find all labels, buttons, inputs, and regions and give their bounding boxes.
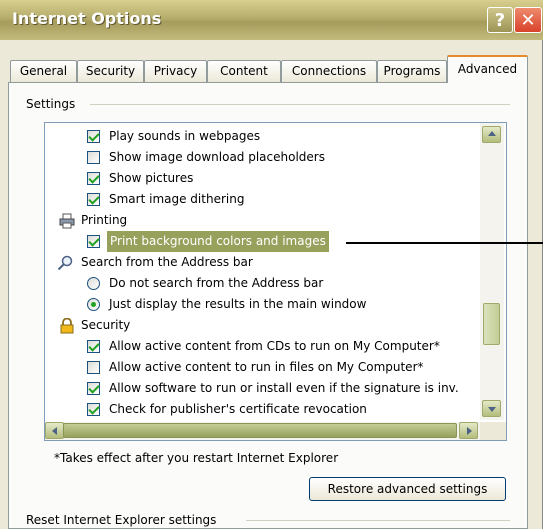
- arrow-up-icon: [488, 131, 496, 136]
- checkbox[interactable]: [87, 193, 100, 206]
- scroll-up-button[interactable]: [482, 126, 501, 143]
- tab-strip: General Security Privacy Content Connect…: [0, 50, 543, 83]
- category-label: Security: [81, 318, 131, 332]
- category-label: Printing: [81, 213, 128, 227]
- close-icon: ✕: [520, 9, 536, 31]
- setting-label: Print background colors and images: [107, 231, 329, 252]
- checkbox[interactable]: [87, 151, 100, 164]
- checkbox[interactable]: [87, 382, 100, 395]
- restart-note: *Takes effect after you restart Internet…: [54, 451, 339, 465]
- help-button[interactable]: ?: [487, 7, 513, 33]
- restore-advanced-settings-button[interactable]: Restore advanced settings: [309, 477, 506, 501]
- callout-line: [346, 242, 543, 244]
- tab-general[interactable]: General: [10, 60, 77, 82]
- setting-label: Play sounds in webpages: [109, 129, 261, 143]
- tab-advanced[interactable]: Advanced: [447, 55, 528, 83]
- help-icon: ?: [494, 9, 506, 31]
- tab-privacy[interactable]: Privacy: [144, 60, 207, 82]
- settings-tree[interactable]: Play sounds in webpages Show image downl…: [44, 122, 507, 441]
- close-button[interactable]: ✕: [514, 7, 542, 33]
- setting-label: Allow active content from CDs to run on …: [109, 339, 440, 353]
- checkbox[interactable]: [87, 130, 100, 143]
- settings-group-divider: [90, 104, 510, 105]
- title-bar[interactable]: Internet Options ? ✕: [0, 0, 543, 40]
- setting-label: Do not search from the Address bar: [109, 276, 324, 290]
- scroll-left-button[interactable]: [45, 422, 64, 439]
- setting-label: Smart image dithering: [109, 192, 245, 206]
- tab-connections[interactable]: Connections: [281, 60, 377, 82]
- reset-group-label: Reset Internet Explorer settings: [26, 513, 221, 527]
- checkbox[interactable]: [87, 361, 100, 374]
- scroll-right-button[interactable]: [459, 422, 478, 439]
- checkbox[interactable]: [87, 235, 100, 248]
- category-label: Search from the Address bar: [81, 255, 253, 269]
- tab-programs[interactable]: Programs: [377, 60, 447, 82]
- vertical-scrollbar[interactable]: [480, 123, 504, 420]
- window-title: Internet Options: [12, 9, 162, 28]
- arrow-right-icon: [467, 427, 472, 435]
- scrollbar-corner: [480, 422, 506, 440]
- checkbox[interactable]: [87, 340, 100, 353]
- setting-label: Allow active content to run in files on …: [109, 360, 424, 374]
- vertical-scroll-thumb[interactable]: [483, 303, 500, 345]
- checkbox[interactable]: [87, 403, 100, 416]
- radio-button[interactable]: [87, 277, 100, 290]
- arrow-down-icon: [488, 407, 496, 412]
- horizontal-scrollbar[interactable]: [45, 422, 480, 440]
- padlock-icon: [60, 318, 74, 334]
- printer-icon: [59, 213, 75, 229]
- tab-content[interactable]: Content: [207, 60, 281, 82]
- radio-button[interactable]: [87, 298, 100, 311]
- settings-group-label: Settings: [26, 97, 80, 111]
- horizontal-scroll-thumb[interactable]: [63, 423, 457, 438]
- tab-security[interactable]: Security: [77, 60, 144, 82]
- reset-group-divider: [246, 520, 510, 521]
- magnifier-icon: [57, 255, 73, 271]
- setting-label: Just display the results in the main win…: [109, 297, 367, 311]
- arrow-left-icon: [52, 427, 57, 435]
- setting-label: Check for publisher's certificate revoca…: [109, 402, 367, 416]
- checkbox[interactable]: [87, 172, 100, 185]
- setting-label: Show image download placeholders: [109, 150, 325, 164]
- scroll-down-button[interactable]: [482, 400, 501, 417]
- setting-label: Allow software to run or install even if…: [109, 381, 459, 395]
- internet-options-window: Internet Options ? ✕ General Security Pr…: [0, 0, 543, 529]
- setting-label: Show pictures: [109, 171, 194, 185]
